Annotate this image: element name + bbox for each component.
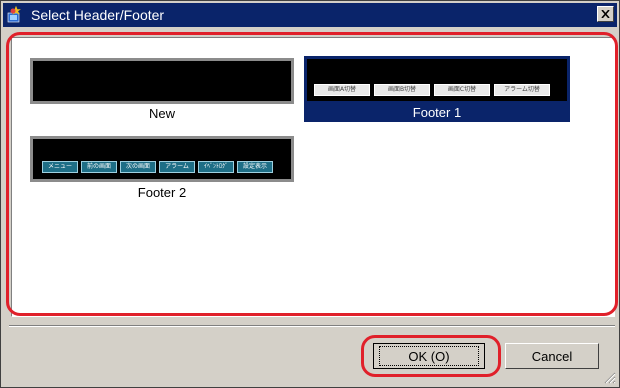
template-list[interactable]: New 画面A切替 画面B切替 画面C切替 アラーム切替 Footer 1 メニ… <box>11 37 615 317</box>
ok-focus-rect: OK (O) <box>379 346 479 366</box>
footer-mini-button: ｲﾍﾞﾝﾄﾛｸﾞ <box>198 161 234 173</box>
template-thumbnail <box>30 136 294 182</box>
close-icon <box>601 10 610 18</box>
footer-button-row: 画面A切替 画面B切替 画面C切替 アラーム切替 <box>314 84 550 96</box>
resize-grip-icon[interactable] <box>602 370 616 384</box>
template-item-footer-2[interactable]: メニュー 前の画面 次の画面 アラーム ｲﾍﾞﾝﾄﾛｸﾞ 設定表示 Footer… <box>30 136 294 202</box>
footer-mini-button: 設定表示 <box>237 161 273 173</box>
footer-mini-button: 画面B切替 <box>374 84 430 96</box>
footer-mini-button: 次の画面 <box>120 161 156 173</box>
footer-mini-button: 画面A切替 <box>314 84 370 96</box>
cancel-button-label: Cancel <box>531 348 573 364</box>
window-title: Select Header/Footer <box>31 7 165 23</box>
template-label: New <box>148 106 175 121</box>
select-header-footer-dialog: Select Header/Footer New 画面A切替 画面B切替 画面C… <box>0 0 620 388</box>
template-item-footer-1[interactable]: 画面A切替 画面B切替 画面C切替 アラーム切替 Footer 1 <box>304 56 570 122</box>
footer-mini-button: 画面C切替 <box>434 84 490 96</box>
app-icon <box>7 6 21 23</box>
template-item-new[interactable]: New <box>30 58 294 122</box>
template-label: Footer 1 <box>412 105 462 120</box>
footer-mini-button: アラーム切替 <box>494 84 550 96</box>
cancel-button[interactable]: Cancel <box>505 343 599 369</box>
ok-button-label: OK (O) <box>408 348 450 364</box>
template-thumbnail <box>304 56 570 104</box>
template-label: Footer 2 <box>137 185 187 200</box>
ok-button[interactable]: OK (O) <box>373 343 485 369</box>
footer-mini-button: 前の画面 <box>81 161 117 173</box>
footer-mini-button: アラーム <box>159 161 195 173</box>
footer-button-row: メニュー 前の画面 次の画面 アラーム ｲﾍﾞﾝﾄﾛｸﾞ 設定表示 <box>42 161 273 173</box>
title-bar[interactable]: Select Header/Footer <box>3 3 617 27</box>
template-thumbnail <box>30 58 294 104</box>
footer-mini-button: メニュー <box>42 161 78 173</box>
close-button[interactable] <box>597 6 614 22</box>
divider <box>9 325 615 327</box>
